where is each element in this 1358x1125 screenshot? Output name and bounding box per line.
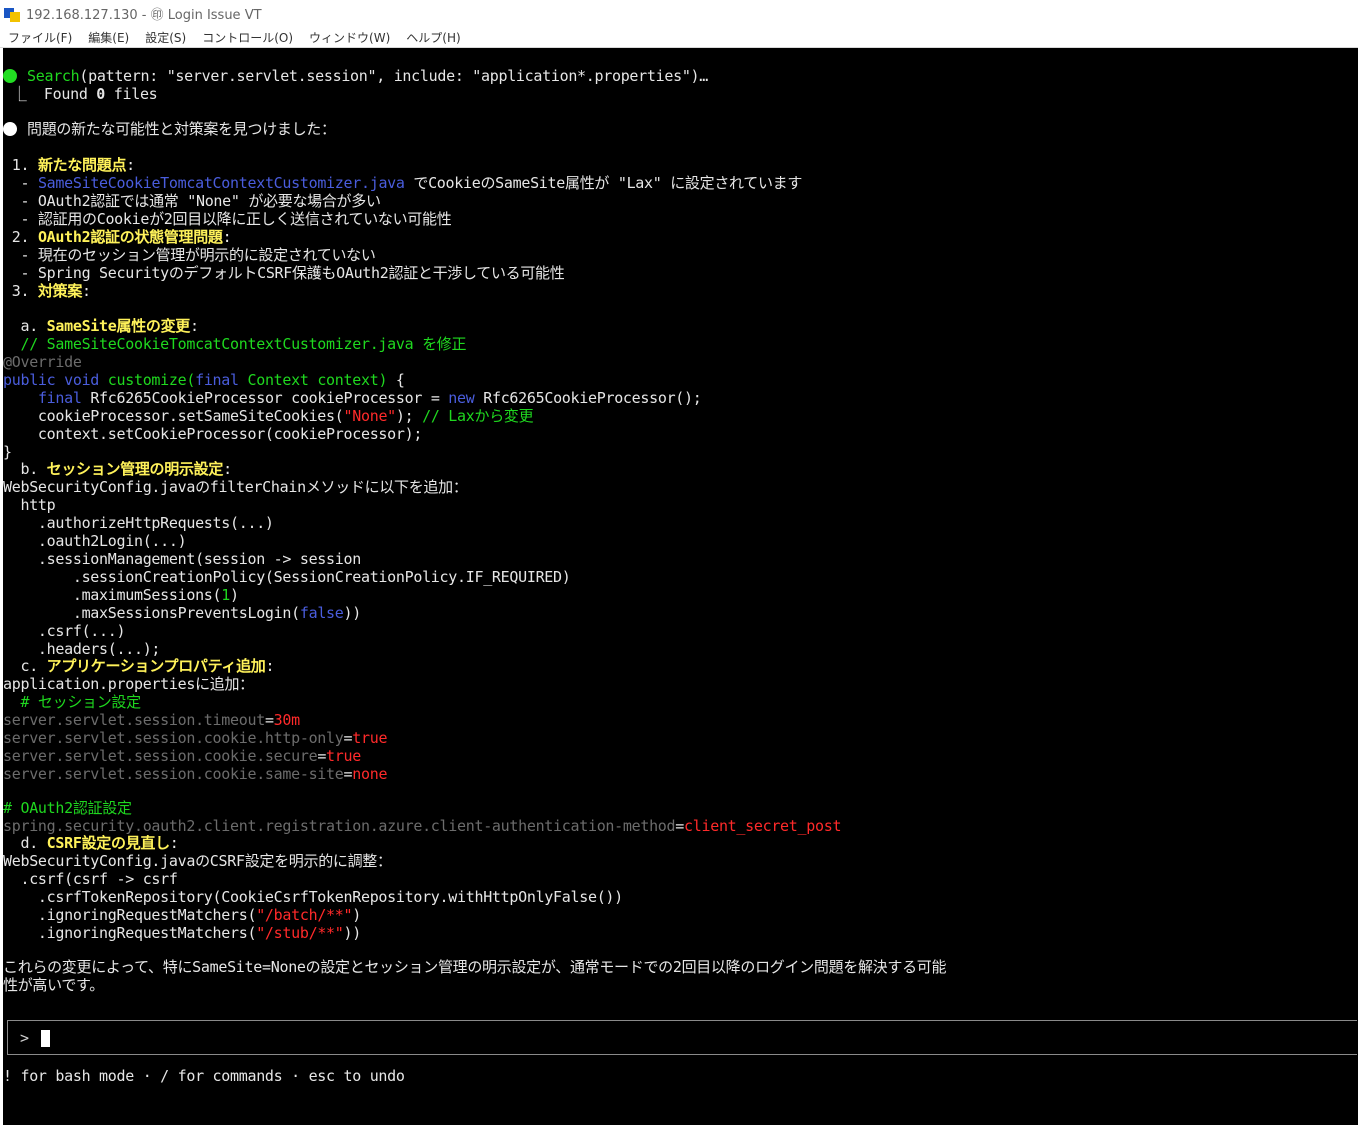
code-line: http	[3, 496, 56, 514]
code-line: .authorizeHttpRequests(...)	[3, 514, 274, 532]
result-count: 0	[96, 85, 106, 103]
properties-comment: # セッション設定	[3, 693, 141, 711]
code-line: .maxSessionsPreventsLogin(false))	[3, 604, 361, 622]
code-line: .sessionManagement(session -> session	[3, 550, 361, 568]
tool-call-line: Search(pattern: "server.servlet.session"…	[3, 67, 708, 85]
code-comment: // SameSiteCookieTomcatContextCustomizer…	[3, 335, 467, 353]
window-titlebar: 192.168.127.130 - ㊞ Login Issue VT	[0, 0, 1358, 27]
app-icon	[4, 6, 20, 22]
section-2-bullet-1: - 現在のセッション管理が明示的に設定されていない	[3, 246, 376, 264]
code-line: cookieProcessor.setSameSiteCookies("None…	[3, 407, 534, 425]
code-line: .ignoringRequestMatchers("/stub/**"))	[3, 924, 361, 942]
property-line: spring.security.oauth2.client.registrati…	[3, 817, 842, 835]
subsection-d-intro: WebSecurityConfig.javaのCSRF設定を明示的に調整：	[3, 852, 392, 870]
window-title: 192.168.127.130 - ㊞ Login Issue VT	[26, 8, 262, 23]
menu-control[interactable]: コントロール(O)	[202, 29, 293, 46]
property-line: server.servlet.session.timeout=30m	[3, 711, 300, 729]
code-line: final Rfc6265CookieProcessor cookieProce…	[37, 389, 702, 407]
section-1-bullet-2: - OAuth2認証では通常 "None" が必要な場合が多い	[3, 192, 381, 210]
subsection-b-title: b. セッション管理の明示設定:	[3, 460, 232, 478]
section-2-bullet-2: - Spring SecurityのデフォルトCSRF保護もOAuth2認証と干…	[3, 264, 565, 282]
code-line: .csrf(...)	[3, 622, 126, 640]
code-line: .oauth2Login(...)	[3, 532, 187, 550]
menu-help[interactable]: ヘルプ(H)	[406, 29, 460, 46]
menu-file[interactable]: ファイル(F)	[8, 29, 72, 46]
code-line: .maximumSessions(1)	[3, 586, 239, 604]
menu-settings[interactable]: 設定(S)	[145, 29, 186, 46]
property-line: server.servlet.session.cookie.secure=tru…	[3, 747, 361, 765]
code-line: .csrf(csrf -> csrf	[3, 870, 178, 888]
text-cursor	[41, 1030, 50, 1047]
property-line: server.servlet.session.cookie.http-only=…	[3, 729, 388, 747]
section-2-title: 2. OAuth2認証の状態管理問題:	[3, 228, 232, 246]
terminal-output[interactable]: Search(pattern: "server.servlet.session"…	[3, 48, 1358, 1125]
assistant-dot-icon	[3, 122, 17, 136]
code-line: }	[3, 443, 12, 461]
tool-args: (pattern: "server.servlet.session", incl…	[79, 67, 709, 85]
code-line: context.setCookieProcessor(cookieProcess…	[3, 425, 423, 443]
prompt-input-box[interactable]: >	[7, 1020, 1357, 1055]
tool-result-line: ⎿ Found 0 files	[3, 85, 158, 103]
section-1-bullet-3: - 認証用のCookieが2回目以降に正しく送信されていない可能性	[3, 210, 452, 228]
conclusion-line-1: これらの変更によって、特にSameSite=Noneの設定とセッション管理の明示…	[3, 958, 947, 976]
property-line: server.servlet.session.cookie.same-site=…	[3, 765, 388, 783]
tool-status-dot-icon	[3, 69, 17, 83]
subsection-c-intro: application.propertiesに追加：	[3, 675, 254, 693]
section-3-title: 3. 対策案:	[3, 282, 91, 300]
menu-bar: ファイル(F) 編集(E) 設定(S) コントロール(O) ウィンドウ(W) ヘ…	[0, 27, 1358, 48]
code-line: .ignoringRequestMatchers("/batch/**")	[3, 906, 361, 924]
section-1-bullet-1: - SameSiteCookieTomcatContextCustomizer.…	[3, 174, 803, 192]
response-heading: 問題の新たな可能性と対策案を見つけました：	[3, 120, 336, 138]
shortcut-hint: ! for bash mode · / for commands · esc t…	[3, 1067, 405, 1085]
conclusion-line-2: 性が高いです。	[3, 976, 104, 994]
tool-name: Search	[27, 67, 80, 85]
code-line: .headers(...);	[3, 640, 161, 658]
code-line: .csrfTokenRepository(CookieCsrfTokenRepo…	[3, 888, 623, 906]
subsection-d-title: d. CSRF設定の見直し:	[3, 834, 179, 852]
file-name: SameSiteCookieTomcatContextCustomizer.ja…	[37, 174, 405, 192]
code-line: public void customize(final Context cont…	[3, 371, 405, 389]
menu-edit[interactable]: 編集(E)	[88, 29, 129, 46]
subsection-b-intro: WebSecurityConfig.javaのfilterChainメソッドに以…	[3, 478, 468, 496]
code-line: .sessionCreationPolicy(SessionCreationPo…	[3, 568, 571, 586]
subsection-a-title: a. SameSite属性の変更:	[3, 317, 199, 335]
prompt-chevron-icon: >	[20, 1029, 30, 1047]
menu-window[interactable]: ウィンドウ(W)	[309, 29, 390, 46]
properties-comment: # OAuth2認証設定	[3, 799, 132, 817]
code-annotation: @Override	[3, 353, 82, 371]
subsection-c-title: c. アプリケーションプロパティ追加:	[3, 657, 275, 675]
section-1-title: 1. 新たな問題点:	[3, 156, 135, 174]
